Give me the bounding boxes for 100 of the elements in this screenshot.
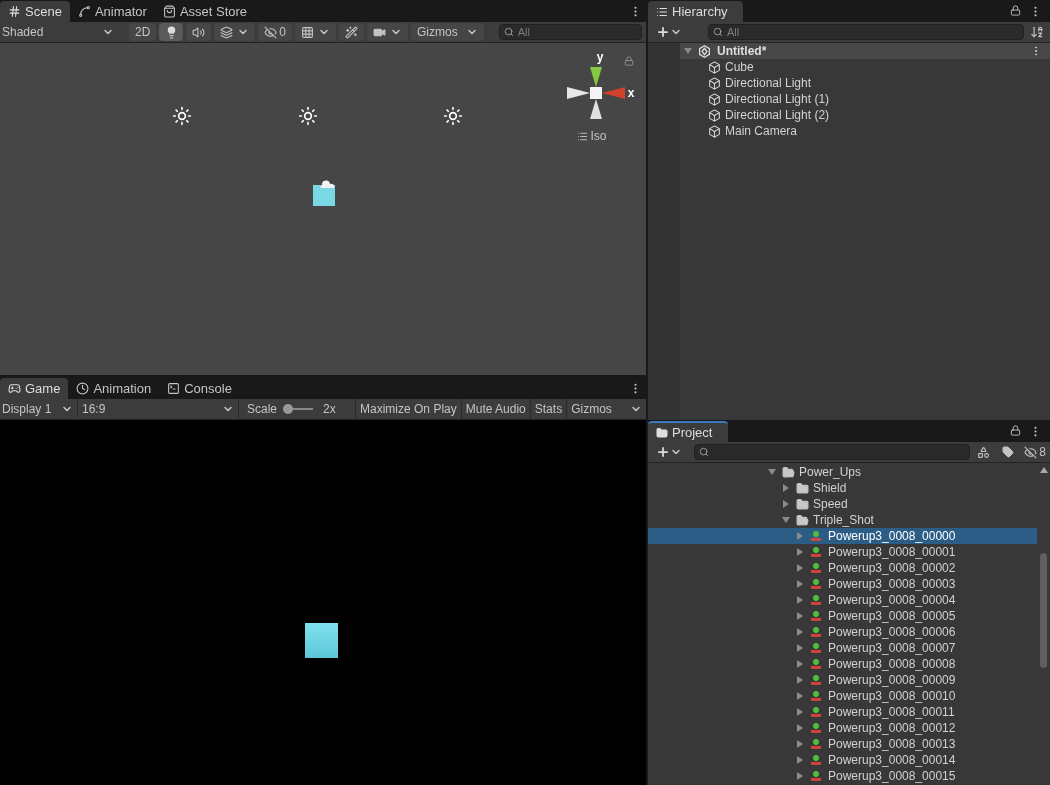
project-item[interactable]: Powerup3_0008_00004	[648, 592, 1037, 608]
collapsed-arrow-icon[interactable]	[796, 740, 804, 748]
hierarchy-item[interactable]: Main Camera	[680, 123, 1050, 139]
scene-row[interactable]: Untitled*	[680, 43, 1050, 59]
collapsed-arrow-icon[interactable]	[796, 724, 804, 732]
project-item[interactable]: Powerup3_0008_00006	[648, 624, 1037, 640]
collapsed-arrow-icon[interactable]	[782, 484, 790, 492]
project-item[interactable]: Powerup3_0008_00012	[648, 720, 1037, 736]
search-icon	[699, 447, 709, 457]
expanded-arrow-icon[interactable]	[684, 47, 692, 55]
collapsed-arrow-icon[interactable]	[796, 628, 804, 636]
hierarchy-item[interactable]: Directional Light (1)	[680, 91, 1050, 107]
collapsed-arrow-icon[interactable]	[796, 676, 804, 684]
project-item[interactable]: Speed	[648, 496, 1037, 512]
collapsed-arrow-icon[interactable]	[782, 500, 790, 508]
light-icon[interactable]	[172, 106, 192, 126]
mode-2d-toggle[interactable]: 2D	[129, 23, 157, 41]
collapsed-arrow-icon[interactable]	[796, 772, 804, 780]
collapsed-arrow-icon[interactable]	[796, 612, 804, 620]
search-field[interactable]: All	[498, 24, 642, 40]
shapes-icon	[976, 445, 990, 459]
plus-icon	[656, 25, 670, 39]
expanded-arrow-icon[interactable]	[768, 468, 776, 476]
collapsed-arrow-icon[interactable]	[796, 596, 804, 604]
lock-icon[interactable]	[1010, 425, 1021, 436]
scroll-up-arrow-icon[interactable]	[1039, 467, 1048, 473]
projection-toggle[interactable]: Iso	[577, 127, 607, 145]
folder-icon	[656, 426, 668, 439]
sprite-thumbnail-icon	[810, 530, 822, 542]
draw-mode-dropdown[interactable]: Shaded	[0, 23, 118, 41]
grid-icon	[8, 5, 21, 18]
audio-toggle[interactable]	[186, 23, 212, 41]
project-item[interactable]: Powerup3_0008_00014	[648, 752, 1037, 768]
collapsed-arrow-icon[interactable]	[796, 564, 804, 572]
project-item[interactable]: Powerup3_0008_00003	[648, 576, 1037, 592]
collapsed-arrow-icon[interactable]	[796, 692, 804, 700]
project-item[interactable]: Powerup3_0008_00001	[648, 544, 1037, 560]
project-item[interactable]: Powerup3_0008_00010	[648, 688, 1037, 704]
project-item[interactable]: Powerup3_0008_00009	[648, 672, 1037, 688]
scale-label: Scale	[247, 401, 278, 418]
sprite-thumbnail-icon	[810, 674, 822, 686]
toolbar-toggle[interactable]: Stats	[529, 399, 567, 419]
collapsed-arrow-icon[interactable]	[796, 532, 804, 540]
lighting-toggle[interactable]	[159, 23, 184, 41]
cube-icon	[708, 60, 721, 74]
toolbar-toggle[interactable]: Gizmos	[566, 399, 616, 419]
effects-dropdown[interactable]	[214, 23, 256, 41]
grid-dropdown[interactable]	[295, 23, 337, 41]
panel-tab[interactable]: Game	[0, 378, 69, 399]
project-item[interactable]: Power_Ups	[648, 464, 1037, 480]
project-item[interactable]: Powerup3_0008_00005	[648, 608, 1037, 624]
hidden-packages-toggle[interactable]: 8	[1020, 443, 1050, 461]
hierarchy-item[interactable]: Directional Light (2)	[680, 107, 1050, 123]
panel-tab[interactable]: Animation	[68, 378, 160, 399]
collapsed-arrow-icon[interactable]	[796, 580, 804, 588]
expanded-arrow-icon[interactable]	[782, 516, 790, 524]
clock-icon	[76, 382, 90, 395]
scrollbar-thumb[interactable]	[1040, 553, 1047, 668]
search-field[interactable]	[694, 444, 971, 460]
display-dropdown[interactable]: Display 1	[0, 400, 78, 418]
search-field[interactable]: All	[708, 24, 1024, 40]
panel-tab[interactable]: Asset Store	[154, 1, 256, 22]
sprite-thumbnail-icon	[810, 610, 822, 622]
toolbar-toggle[interactable]: Maximize On Play	[355, 399, 461, 419]
panel-tab[interactable]: Animator	[69, 1, 155, 22]
scale-value: 2x	[323, 401, 337, 418]
panel-tab[interactable]: Scene	[0, 1, 70, 22]
collapsed-arrow-icon[interactable]	[796, 644, 804, 652]
light-icon[interactable]	[298, 106, 318, 126]
hierarchy-item[interactable]: Directional Light	[680, 75, 1050, 91]
tools-toggle[interactable]	[339, 23, 365, 41]
sprite-object-icon[interactable]	[312, 179, 336, 207]
panel-tab[interactable]: Project	[648, 421, 728, 442]
project-item[interactable]: Powerup3_0008_00002	[648, 560, 1037, 576]
folder-icon	[796, 481, 809, 495]
project-item[interactable]: Powerup3_0008_00011	[648, 704, 1037, 720]
panel-tab[interactable]: Console	[159, 378, 240, 399]
project-item[interactable]: Triple_Shot	[648, 512, 1037, 528]
project-item[interactable]: Powerup3_0008_00013	[648, 736, 1037, 752]
project-item[interactable]: Powerup3_0008_00015	[648, 768, 1037, 784]
hierarchy-item[interactable]: Cube	[680, 59, 1050, 75]
collapsed-arrow-icon[interactable]	[796, 548, 804, 556]
project-item[interactable]: Powerup3_0008_00007	[648, 640, 1037, 656]
menu-icon	[577, 130, 589, 142]
toolbar-toggle[interactable]: Mute Audio	[460, 399, 530, 419]
panel-tab[interactable]: Hierarchy	[648, 1, 743, 22]
camera-dropdown[interactable]	[367, 23, 409, 41]
light-icon[interactable]	[443, 106, 463, 126]
collapsed-arrow-icon[interactable]	[796, 756, 804, 764]
project-item[interactable]: Powerup3_0008_00008	[648, 656, 1037, 672]
aspect-dropdown[interactable]: 16:9	[78, 400, 239, 418]
project-item[interactable]: Powerup3_0008_00000	[648, 528, 1037, 544]
hidden-objects-toggle[interactable]: 0	[258, 23, 293, 41]
speaker-icon	[192, 25, 206, 39]
project-item[interactable]: Shield	[648, 480, 1037, 496]
cube-icon	[708, 92, 721, 106]
gizmos-dropdown[interactable]: Gizmos	[411, 23, 484, 41]
collapsed-arrow-icon[interactable]	[796, 708, 804, 716]
collapsed-arrow-icon[interactable]	[796, 660, 804, 668]
lock-icon[interactable]	[1010, 5, 1021, 16]
